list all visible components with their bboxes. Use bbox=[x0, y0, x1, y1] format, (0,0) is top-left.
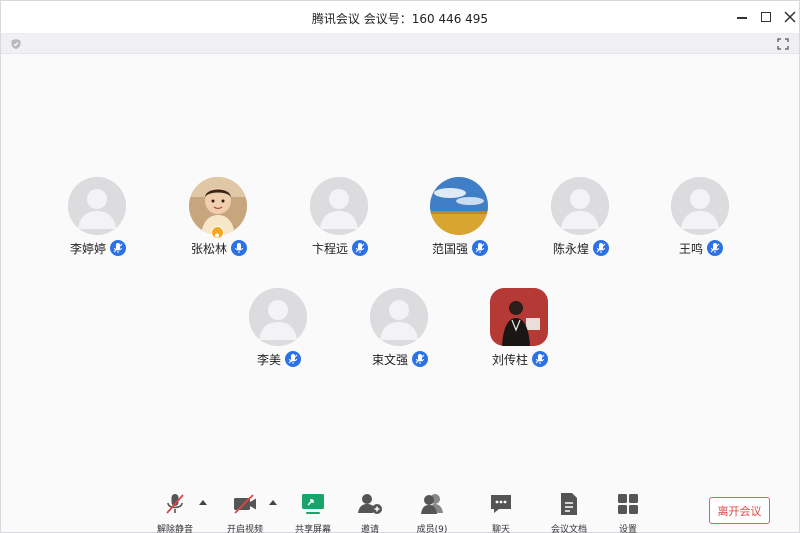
document-icon bbox=[556, 491, 582, 517]
invite-button[interactable]: 邀请 bbox=[351, 491, 389, 533]
leave-meeting-button[interactable]: 离开会议 bbox=[709, 497, 770, 524]
avatar bbox=[430, 177, 488, 235]
avatar bbox=[68, 177, 126, 235]
mic-icon bbox=[532, 351, 548, 367]
video-off-icon bbox=[232, 491, 258, 517]
participant-name: 束文强 bbox=[371, 352, 408, 367]
host-icon bbox=[211, 226, 224, 241]
avatar bbox=[310, 177, 368, 235]
mic-icon bbox=[707, 240, 723, 256]
start-video-label: 开启视频 bbox=[226, 525, 263, 533]
unmute-label: 解除静音 bbox=[156, 525, 193, 533]
chat-label: 聊天 bbox=[491, 525, 510, 533]
meeting-docs-label: 会议文档 bbox=[550, 525, 587, 533]
chat-icon bbox=[488, 491, 514, 517]
default-avatar-icon bbox=[551, 177, 609, 235]
mic-icon bbox=[352, 240, 368, 256]
default-avatar-icon bbox=[671, 177, 729, 235]
share-screen-button[interactable]: 共享屏幕 bbox=[289, 491, 337, 533]
mic-icon bbox=[412, 351, 428, 367]
participant-tile[interactable]: 束文强 bbox=[340, 288, 460, 378]
participant-name: 刘传柱 bbox=[491, 352, 528, 367]
invite-label: 邀请 bbox=[360, 525, 379, 533]
avatar bbox=[249, 288, 307, 346]
participant-tile[interactable]: 范国强 bbox=[400, 177, 520, 267]
settings-grid-icon bbox=[615, 491, 641, 517]
close-button[interactable] bbox=[782, 9, 798, 25]
participant-name: 范国强 bbox=[431, 241, 468, 256]
participant-name: 陈永煌 bbox=[552, 241, 589, 256]
members-label: 成员(9) bbox=[416, 525, 448, 533]
shield-icon[interactable] bbox=[10, 38, 22, 50]
settings-button[interactable]: 设置 bbox=[611, 491, 645, 533]
mic-icon bbox=[285, 351, 301, 367]
participant-tile[interactable]: 李美 bbox=[219, 288, 339, 378]
minimize-button[interactable] bbox=[734, 9, 750, 25]
avatar bbox=[370, 288, 428, 346]
unmute-button[interactable]: 解除静音 bbox=[151, 491, 199, 533]
close-icon bbox=[784, 11, 796, 23]
fullscreen-icon[interactable] bbox=[777, 38, 789, 50]
participant-tile[interactable]: 张松林 bbox=[159, 177, 279, 267]
default-avatar-icon bbox=[68, 177, 126, 235]
participant-tile[interactable]: 刘传柱 bbox=[460, 288, 580, 378]
participant-name: 卞程远 bbox=[311, 241, 348, 256]
members-icon bbox=[419, 491, 445, 517]
chat-button[interactable]: 聊天 bbox=[481, 491, 521, 533]
maximize-icon bbox=[761, 12, 771, 22]
mic-icon bbox=[593, 240, 609, 256]
start-video-button[interactable]: 开启视频 bbox=[221, 491, 269, 533]
default-avatar-icon bbox=[310, 177, 368, 235]
muted-microphone-icon bbox=[162, 491, 188, 517]
invite-icon bbox=[357, 491, 383, 517]
share-screen-label: 共享屏幕 bbox=[294, 525, 331, 533]
members-button[interactable]: 成员(9) bbox=[412, 491, 452, 533]
meeting-window: 腾讯会议 会议号：160 446 495 李婷婷 张松林 卞程远 范国强 陈永煌… bbox=[0, 0, 800, 533]
landscape-photo-avatar bbox=[430, 177, 488, 235]
meeting-docs-button[interactable]: 会议文档 bbox=[546, 491, 592, 533]
mic-icon bbox=[110, 240, 126, 256]
mic-icon bbox=[231, 240, 247, 256]
participant-name: 李美 bbox=[256, 352, 281, 367]
minimize-icon bbox=[737, 17, 747, 19]
bottom-toolbar: 解除静音 开启视频 共享屏幕 邀请 成员(9) 聊天 会议文档 设置 bbox=[1, 485, 799, 533]
avatar bbox=[490, 288, 548, 346]
avatar bbox=[671, 177, 729, 235]
person-photo-avatar bbox=[490, 288, 548, 346]
video-options-chevron-icon[interactable] bbox=[269, 500, 277, 505]
audio-options-chevron-icon[interactable] bbox=[199, 500, 207, 505]
default-avatar-icon bbox=[370, 288, 428, 346]
mic-icon bbox=[472, 240, 488, 256]
share-screen-icon bbox=[300, 491, 326, 517]
participant-tile[interactable]: 王鸣 bbox=[641, 177, 761, 267]
default-avatar-icon bbox=[249, 288, 307, 346]
info-bar bbox=[1, 34, 799, 54]
participant-tile[interactable]: 陈永煌 bbox=[521, 177, 641, 267]
maximize-button[interactable] bbox=[758, 9, 774, 25]
participant-name: 王鸣 bbox=[678, 241, 703, 256]
avatar bbox=[551, 177, 609, 235]
participant-tile[interactable]: 李婷婷 bbox=[38, 177, 158, 267]
window-title: 腾讯会议 会议号：160 446 495 bbox=[311, 12, 489, 26]
participant-name: 李婷婷 bbox=[69, 241, 106, 256]
title-bar: 腾讯会议 会议号：160 446 495 bbox=[1, 1, 799, 34]
participant-tile[interactable]: 卞程远 bbox=[280, 177, 400, 267]
settings-label: 设置 bbox=[618, 525, 637, 533]
participant-name: 张松林 bbox=[190, 241, 227, 256]
